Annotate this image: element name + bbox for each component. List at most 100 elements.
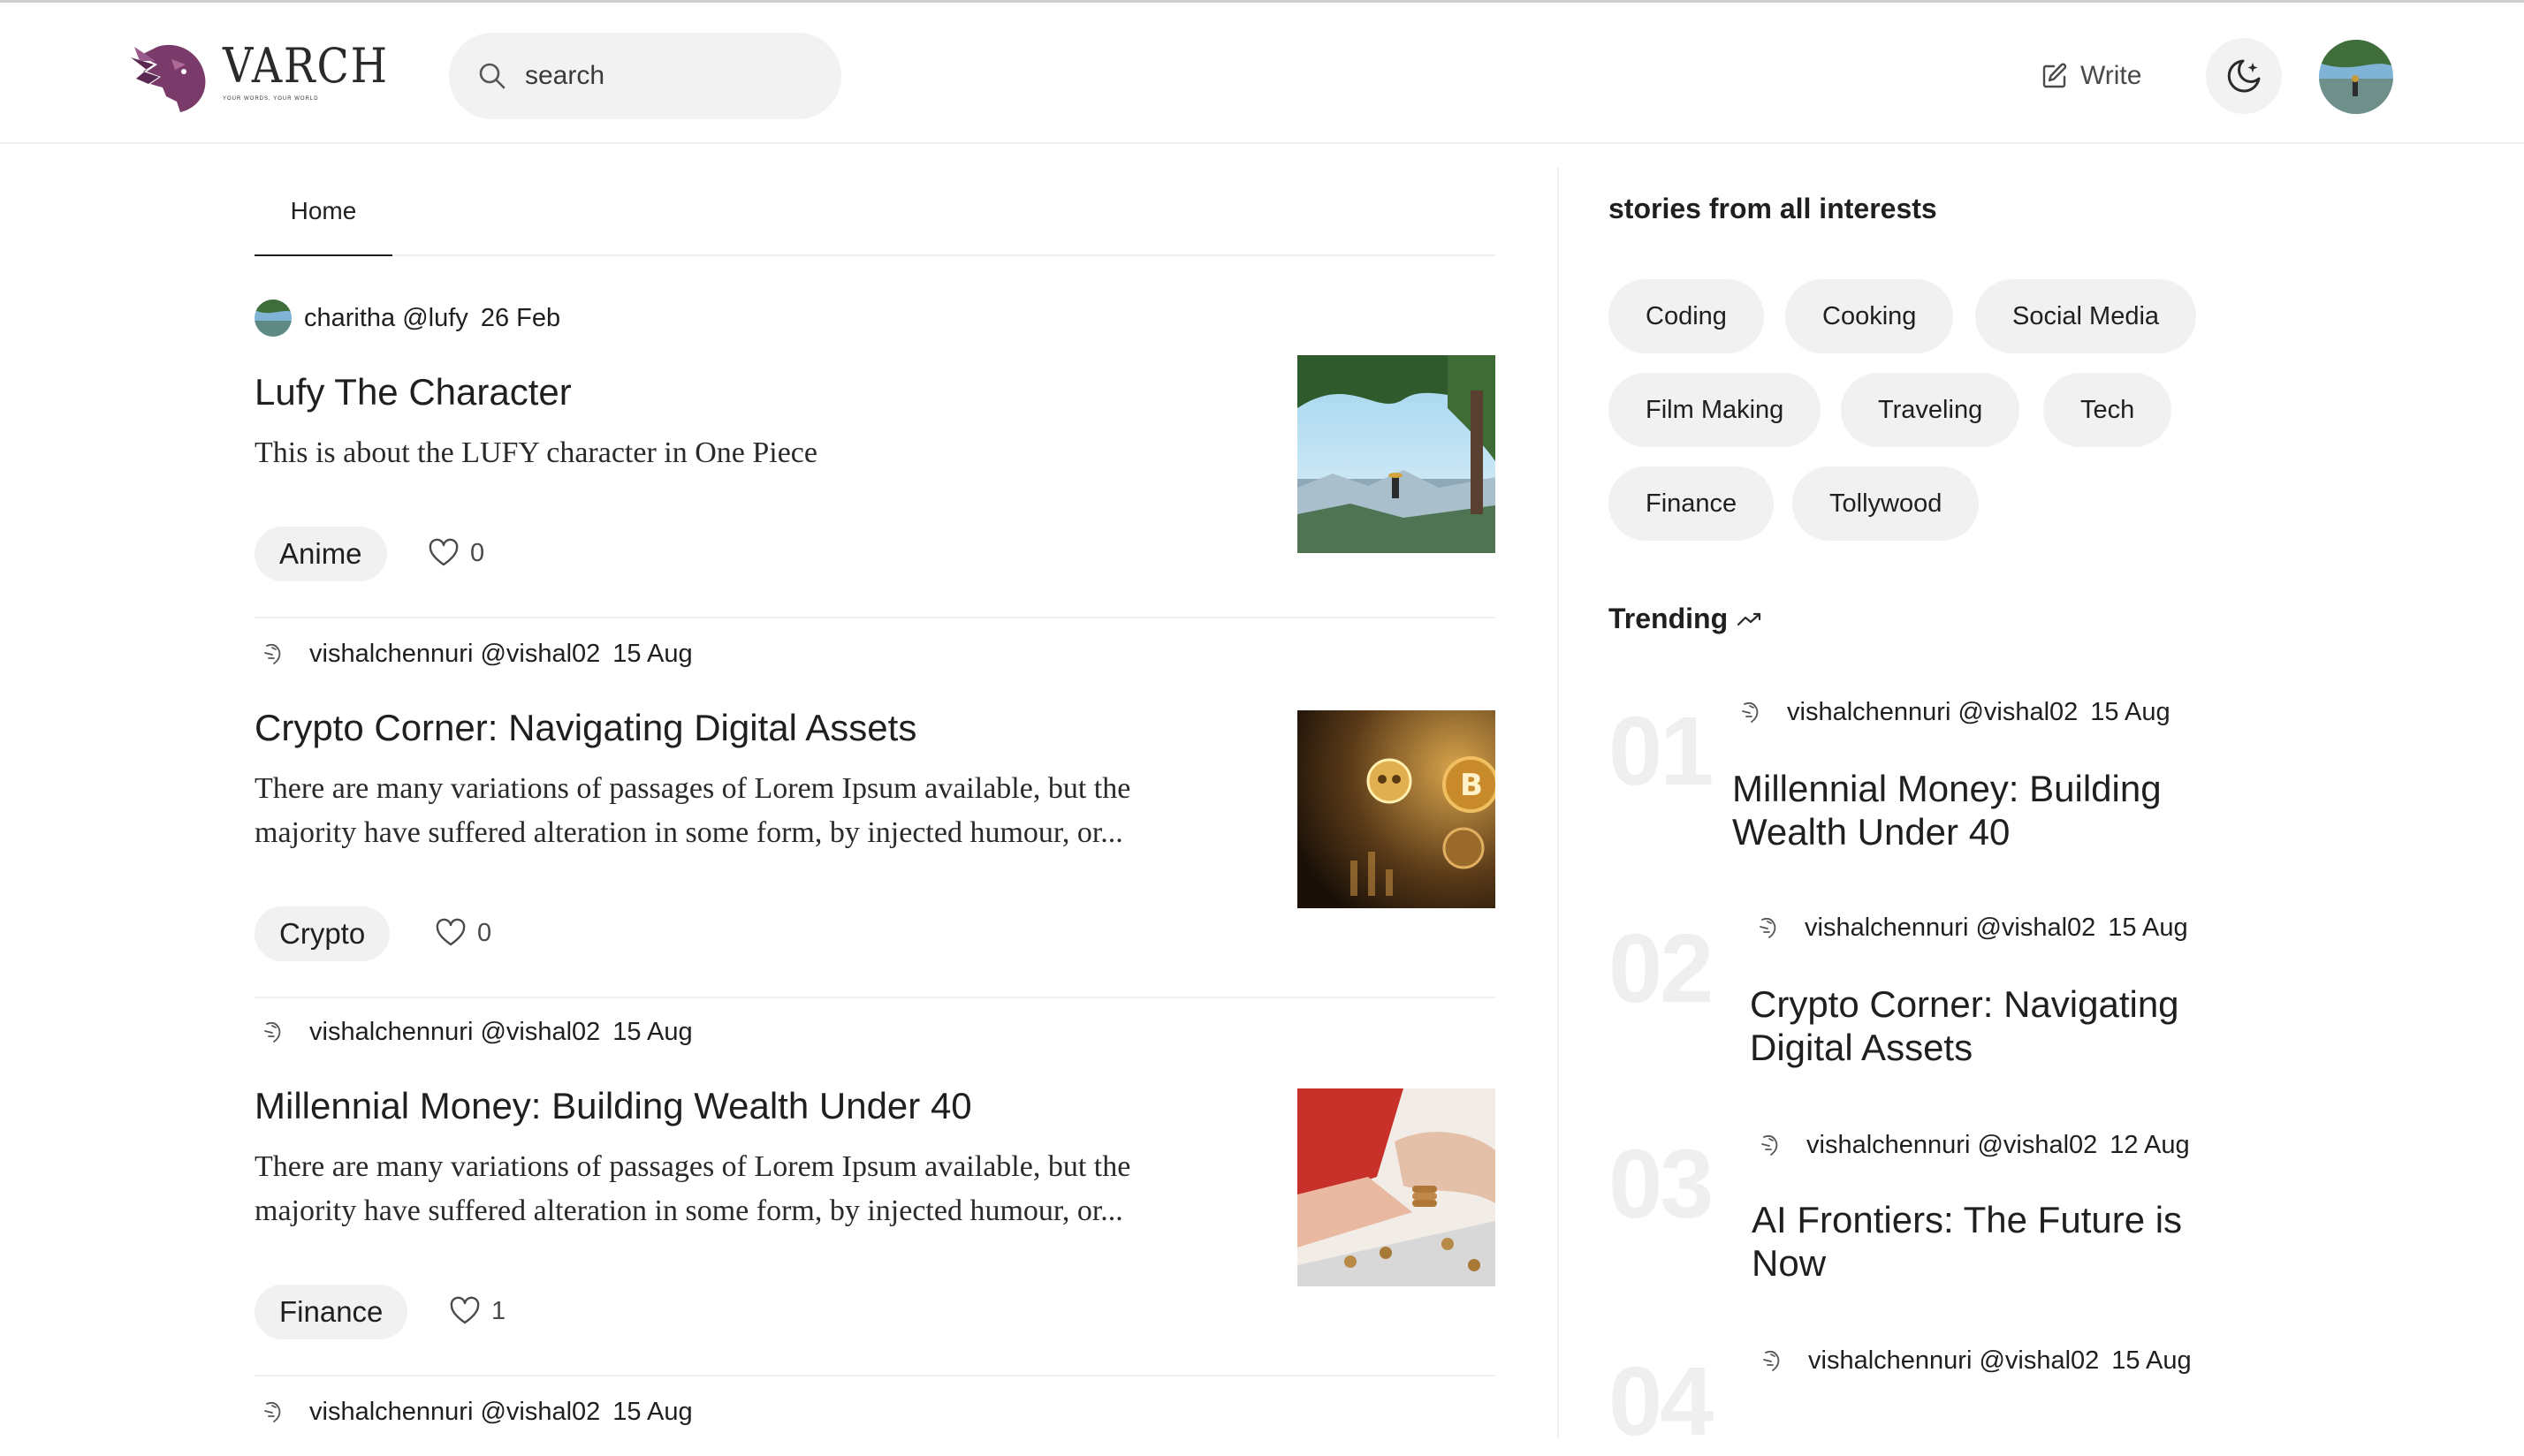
trending-date: 12 Aug (2110, 1130, 2190, 1159)
post-tag[interactable]: Crypto (255, 906, 391, 961)
trending-date: 15 Aug (2090, 697, 2170, 726)
post-thumbnail[interactable] (1297, 1088, 1495, 1286)
trending-meta: vishalchennuri @vishal02 15 Aug (1755, 910, 2188, 945)
trending-number: 03 (1608, 1130, 1714, 1239)
trending-item[interactable]: 02 vishalchennuri @vishal02 15 Aug Crypt… (1608, 910, 2404, 1126)
author-handle[interactable]: @vishal02 (480, 1018, 600, 1047)
heart-icon (436, 918, 466, 946)
search-input[interactable] (525, 61, 808, 91)
post-tag[interactable]: Finance (255, 1285, 408, 1339)
trending-number: 01 (1608, 697, 1714, 806)
post-title[interactable]: Millennial Money: Building Wealth Under … (255, 1085, 972, 1127)
logo-bird-head-icon (131, 44, 206, 112)
write-button[interactable]: Write (2040, 54, 2141, 98)
author-name[interactable]: vishalchennuri (1808, 1346, 1972, 1376)
author-avatar-bird-icon (1763, 1350, 1780, 1371)
trending-meta: vishalchennuri @vishal02 15 Aug (1737, 694, 2170, 730)
trending-item[interactable]: 03 vishalchennuri @vishal02 12 Aug AI Fr… (1608, 1127, 2404, 1344)
heart-icon (429, 538, 459, 566)
post-description: This is about the LUFY character in One … (255, 436, 817, 469)
author-name[interactable]: vishalchennuri (1787, 698, 1950, 727)
author-name[interactable]: vishalchennuri (1805, 914, 1968, 943)
author-handle[interactable]: @vishal02 (1977, 1131, 2097, 1160)
trending-meta: vishalchennuri @vishal02 15 Aug (1759, 1343, 2192, 1378)
feed: Home charitha @lufy 26 Feb Lufy The Char… (255, 168, 1495, 1426)
moon-sparkle-icon (2227, 59, 2261, 93)
trending-date: 15 Aug (2108, 913, 2188, 942)
interest-pill[interactable]: Social Media (1975, 279, 2197, 353)
author-avatar-bird-icon (1742, 701, 1759, 723)
author-avatar-bird-icon (264, 1021, 281, 1043)
author-handle[interactable]: @vishal02 (480, 1398, 600, 1427)
interest-pill[interactable]: Film Making (1608, 373, 1821, 447)
post-card[interactable]: vishalchennuri @vishal02 15 Aug Crypto C… (255, 634, 1495, 998)
search-bar[interactable] (449, 33, 841, 119)
like-button[interactable]: 0 (435, 917, 491, 949)
author-avatar-bird-icon (264, 1401, 281, 1422)
user-avatar[interactable] (2319, 40, 2393, 114)
interest-pill[interactable]: Cooking (1785, 279, 1954, 353)
author-handle[interactable]: @vishal02 (480, 640, 600, 669)
post-tag[interactable]: Anime (255, 527, 387, 581)
interests-heading: stories from all interests (1608, 193, 1937, 224)
write-label: Write (2080, 61, 2142, 90)
theme-toggle-button[interactable] (2206, 38, 2282, 114)
author-handle[interactable]: @vishal02 (1975, 914, 2095, 943)
post-description: There are many variations of passages of… (255, 1150, 1131, 1227)
trending-up-icon (1737, 612, 1761, 626)
brand-tagline: YOUR WORDS, YOUR WORLD (223, 96, 319, 102)
trending-title[interactable]: Millennial Money: Building Wealth Under … (1732, 767, 2227, 853)
post-meta: vishalchennuri @vishal02 15 Aug (255, 1392, 693, 1431)
heart-icon (450, 1296, 480, 1324)
like-count: 0 (477, 918, 492, 947)
post-card[interactable]: vishalchennuri @vishal02 15 Aug (255, 1392, 1495, 1445)
interest-pill[interactable]: Tech (2043, 373, 2172, 447)
author-name[interactable]: charitha (304, 304, 395, 333)
post-title[interactable]: Lufy The Character (255, 371, 572, 413)
post-card[interactable]: vishalchennuri @vishal02 15 Aug Millenni… (255, 1012, 1495, 1376)
post-thumbnail[interactable]: B (1297, 710, 1495, 908)
post-meta: vishalchennuri @vishal02 15 Aug (255, 1012, 693, 1051)
post-date: 15 Aug (612, 1397, 693, 1426)
trending-label: Trending (1608, 603, 1729, 634)
tab-home[interactable]: Home (255, 168, 392, 256)
author-handle[interactable]: @lufy (402, 304, 468, 333)
interest-pill[interactable]: Traveling (1841, 373, 2020, 447)
author-handle[interactable]: @vishal02 (1979, 1346, 2099, 1376)
like-button[interactable]: 1 (449, 1295, 506, 1327)
interest-pill[interactable]: Finance (1608, 466, 1775, 541)
author-avatar-bird-icon (1761, 1134, 1778, 1156)
author-handle[interactable]: @vishal02 (1958, 698, 2078, 727)
search-icon (479, 63, 506, 89)
post-thumbnail[interactable] (1297, 355, 1495, 553)
svg-text:B: B (1460, 768, 1483, 803)
trending-item[interactable]: 04 vishalchennuri @vishal02 15 Aug (1608, 1343, 2404, 1451)
trending-title[interactable]: Crypto Corner: Navigating Digital Assets (1750, 982, 2245, 1069)
author-name[interactable]: vishalchennuri (1806, 1131, 1970, 1160)
column-divider (1557, 168, 1559, 1438)
brand-name: VARCH (223, 38, 389, 94)
trending-title[interactable]: AI Frontiers: The Future is Now (1752, 1198, 2247, 1285)
author-avatar-bird-icon (264, 643, 281, 664)
author-name[interactable]: vishalchennuri (309, 640, 473, 669)
author-avatar-bird-icon (1760, 917, 1776, 938)
interest-pill[interactable]: Coding (1608, 279, 1764, 353)
author-name[interactable]: vishalchennuri (309, 1018, 473, 1047)
trending-heading: Trending (1608, 603, 1763, 635)
feed-tabs: Home (255, 168, 1495, 256)
trending-meta: vishalchennuri @vishal02 12 Aug (1757, 1127, 2190, 1163)
trending-number: 04 (1608, 1347, 1714, 1456)
author-avatar (255, 300, 292, 337)
trending-item[interactable]: 01 vishalchennuri @vishal02 15 Aug Mille… (1608, 694, 2404, 911)
post-date: 15 Aug (612, 639, 693, 668)
post-meta: vishalchennuri @vishal02 15 Aug (255, 634, 693, 673)
post-title[interactable]: Crypto Corner: Navigating Digital Assets (255, 707, 916, 749)
author-name[interactable]: vishalchennuri (309, 1398, 473, 1427)
like-button[interactable]: 0 (428, 537, 484, 569)
post-card[interactable]: charitha @lufy 26 Feb Lufy The Character… (255, 299, 1495, 618)
trending-date: 15 Aug (2111, 1346, 2192, 1375)
brand-logo[interactable]: VARCH YOUR WORDS, YOUR WORLD (131, 38, 411, 114)
navbar: VARCH YOUR WORDS, YOUR WORLD Write (0, 3, 2524, 144)
interest-pill[interactable]: Tollywood (1792, 466, 1980, 541)
post-date: 15 Aug (612, 1017, 693, 1046)
